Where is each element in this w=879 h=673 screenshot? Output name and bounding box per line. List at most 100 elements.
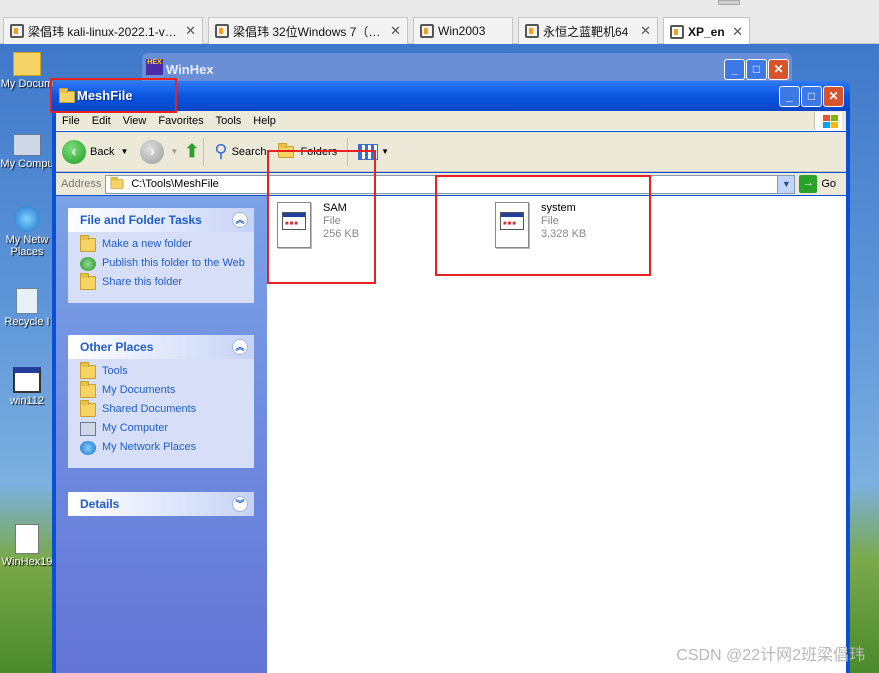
forward-button[interactable]: › ▼ xyxy=(140,139,178,164)
tab-win7[interactable]: 梁倡玮 32位Windows 7（密… ✕ xyxy=(208,17,408,44)
vm-icon xyxy=(525,24,539,38)
explorer-window: MeshFile _ □ ✕ File Edit View Favorites … xyxy=(52,81,850,673)
computer-icon xyxy=(80,422,96,436)
maximize-button[interactable]: □ xyxy=(801,86,822,107)
desktop-icon-label: WinHex19 xyxy=(1,556,53,568)
folder-icon xyxy=(110,176,124,189)
up-button[interactable]: ⬆ xyxy=(184,141,199,162)
place-my-network-places[interactable]: My Network Places xyxy=(80,441,254,455)
link-label: My Computer xyxy=(102,422,169,434)
address-value: C:\Tools\MeshFile xyxy=(131,178,219,190)
panel-header[interactable]: Details ︾ xyxy=(68,492,254,516)
network-icon xyxy=(80,441,96,455)
place-tools[interactable]: Tools xyxy=(80,362,254,379)
vm-icon xyxy=(670,24,684,39)
close-icon[interactable]: ✕ xyxy=(640,23,651,39)
winhex-title: WinHex xyxy=(166,62,214,77)
panel-header[interactable]: File and Folder Tasks ︽ xyxy=(68,208,254,232)
recycle-bin-icon xyxy=(16,288,38,314)
windows-logo-icon xyxy=(814,112,842,130)
chevron-down-icon[interactable]: ▼ xyxy=(120,147,128,156)
link-label: Make a new folder xyxy=(102,238,192,250)
chevron-up-icon[interactable]: ︽ xyxy=(232,212,248,228)
shared-folder-icon xyxy=(80,400,96,417)
link-label: My Network Places xyxy=(102,441,197,453)
desktop-icon-label: My Netw Places xyxy=(5,234,49,258)
close-icon[interactable]: ✕ xyxy=(732,24,743,40)
search-icon: ⚲ xyxy=(214,141,228,161)
new-folder-icon xyxy=(80,235,96,252)
desktop-icon-my-network[interactable]: My Netw Places xyxy=(0,206,54,258)
share-folder-icon xyxy=(80,273,96,290)
desktop-icon-my-documents[interactable]: My Docum xyxy=(0,48,54,90)
close-button[interactable]: ✕ xyxy=(823,86,844,107)
highlight-box-system xyxy=(435,175,651,276)
place-shared-documents[interactable]: Shared Documents xyxy=(80,400,254,417)
go-button[interactable]: → Go xyxy=(799,175,836,193)
go-arrow-icon: → xyxy=(799,175,818,193)
chevron-down-icon[interactable]: ▼ xyxy=(170,147,178,156)
close-icon[interactable]: ✕ xyxy=(185,23,196,39)
desktop-icon-win112[interactable]: win112 xyxy=(0,367,54,407)
highlight-box-sam xyxy=(267,150,376,284)
search-label: Search xyxy=(231,145,267,158)
computer-icon xyxy=(13,134,41,156)
back-button[interactable]: ‹ Back ▼ xyxy=(62,139,128,164)
panel-title: File and Folder Tasks xyxy=(80,213,202,227)
menu-tools[interactable]: Tools xyxy=(210,115,248,127)
tab-kali[interactable]: 梁倡玮 kali-linux-2022.1-vmw… ✕ xyxy=(3,17,203,44)
network-icon xyxy=(14,206,40,232)
folder-icon xyxy=(80,362,96,379)
publish-folder-link[interactable]: Publish this folder to the Web xyxy=(80,257,254,271)
desktop-icon-label: My Compu xyxy=(0,158,54,170)
link-label: Share this folder xyxy=(102,276,183,288)
chevron-down-icon[interactable]: ▼ xyxy=(777,175,795,193)
desktop-icon-recycle-bin[interactable]: Recycle I xyxy=(0,288,54,328)
tab-xp-en[interactable]: XP_en ✕ xyxy=(663,17,750,45)
tab-eternalblue[interactable]: 永恒之蓝靶机64 ✕ xyxy=(518,17,658,44)
highlight-box-title xyxy=(50,78,177,113)
toolbar-button[interactable] xyxy=(718,0,740,5)
forward-arrow-icon: › xyxy=(140,139,165,164)
place-my-documents[interactable]: My Documents xyxy=(80,381,254,398)
folder-up-icon: ⬆ xyxy=(184,141,200,161)
desktop-icon-my-computer[interactable]: My Compu xyxy=(0,128,54,170)
documents-icon xyxy=(80,381,96,398)
link-label: My Documents xyxy=(102,384,176,396)
desktop-icon-winhex[interactable]: WinHex19 xyxy=(0,524,54,568)
toolbar-separator xyxy=(203,137,205,166)
chevron-up-icon[interactable]: ︽ xyxy=(232,339,248,355)
tab-label: 永恒之蓝靶机64 xyxy=(543,24,629,39)
chevron-down-icon[interactable]: ︾ xyxy=(232,496,248,512)
vm-icon xyxy=(215,24,229,38)
publish-web-icon xyxy=(80,257,96,271)
winhex-file-icon xyxy=(15,524,39,554)
minimize-button[interactable]: _ xyxy=(724,59,745,80)
share-folder-link[interactable]: Share this folder xyxy=(80,273,254,290)
address-label: Address xyxy=(61,178,102,190)
toolbar: ‹ Back ▼ › ▼ ⬆ ⚲ Search Folders ▼ xyxy=(56,132,846,172)
tab-win2003[interactable]: Win2003 xyxy=(413,17,513,44)
make-new-folder-link[interactable]: Make a new folder xyxy=(80,235,254,252)
menu-favorites[interactable]: Favorites xyxy=(152,115,209,127)
place-my-computer[interactable]: My Computer xyxy=(80,422,254,436)
tab-label: XP_en xyxy=(688,24,725,39)
go-label: Go xyxy=(821,178,837,190)
tab-label: Win2003 xyxy=(438,24,486,38)
maximize-button[interactable]: □ xyxy=(746,59,767,80)
tab-label: 梁倡玮 kali-linux-2022.1-vmw… xyxy=(28,24,180,39)
link-label: Tools xyxy=(102,365,128,377)
close-button[interactable]: ✕ xyxy=(768,59,789,80)
menu-view[interactable]: View xyxy=(117,115,153,127)
details-panel: Details ︾ xyxy=(68,492,254,516)
menu-edit[interactable]: Edit xyxy=(86,115,117,127)
menu-file[interactable]: File xyxy=(56,115,86,127)
close-icon[interactable]: ✕ xyxy=(390,23,401,39)
link-label: Shared Documents xyxy=(102,403,197,415)
vm-icon xyxy=(420,24,434,38)
minimize-button[interactable]: _ xyxy=(779,86,800,107)
search-button[interactable]: ⚲ Search xyxy=(214,141,266,162)
menu-help[interactable]: Help xyxy=(247,115,282,127)
link-label: Publish this folder to the Web xyxy=(102,257,245,269)
panel-header[interactable]: Other Places ︽ xyxy=(68,335,254,359)
